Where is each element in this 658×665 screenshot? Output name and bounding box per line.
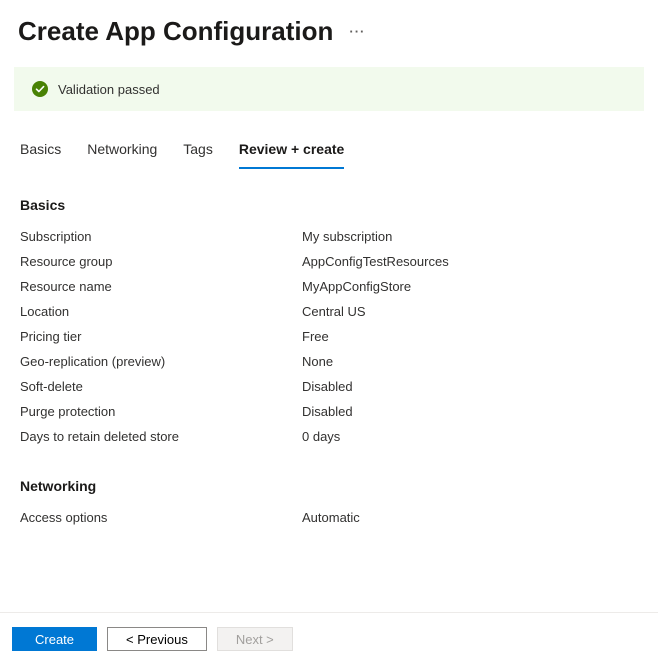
summary-row: Resource name MyAppConfigStore xyxy=(20,279,638,294)
summary-key: Subscription xyxy=(20,229,302,244)
page-title: Create App Configuration xyxy=(18,16,333,47)
summary-val: MyAppConfigStore xyxy=(302,279,411,294)
summary-key: Resource name xyxy=(20,279,302,294)
create-button[interactable]: Create xyxy=(12,627,97,651)
summary-key: Pricing tier xyxy=(20,329,302,344)
summary-row: Access options Automatic xyxy=(20,510,638,525)
summary-key: Purge protection xyxy=(20,404,302,419)
review-content: Basics Subscription My subscription Reso… xyxy=(0,169,658,545)
more-actions-icon[interactable]: ··· xyxy=(349,24,365,39)
previous-button[interactable]: < Previous xyxy=(107,627,207,651)
summary-row: Pricing tier Free xyxy=(20,329,638,344)
summary-val: None xyxy=(302,354,333,369)
summary-key: Location xyxy=(20,304,302,319)
summary-row: Days to retain deleted store 0 days xyxy=(20,429,638,444)
tab-networking[interactable]: Networking xyxy=(87,141,157,169)
summary-val: Automatic xyxy=(302,510,360,525)
tab-tags[interactable]: Tags xyxy=(183,141,213,169)
wizard-tabs: Basics Networking Tags Review + create xyxy=(0,111,658,169)
tab-review-create[interactable]: Review + create xyxy=(239,141,344,169)
summary-val: AppConfigTestResources xyxy=(302,254,449,269)
validation-message: Validation passed xyxy=(58,82,160,97)
summary-key: Days to retain deleted store xyxy=(20,429,302,444)
summary-key: Resource group xyxy=(20,254,302,269)
summary-key: Access options xyxy=(20,510,302,525)
summary-val: Free xyxy=(302,329,329,344)
page-header: Create App Configuration ··· xyxy=(0,0,658,67)
summary-row: Purge protection Disabled xyxy=(20,404,638,419)
tab-basics[interactable]: Basics xyxy=(20,141,61,169)
section-title-networking: Networking xyxy=(20,478,638,494)
summary-key: Soft-delete xyxy=(20,379,302,394)
summary-val: Disabled xyxy=(302,379,353,394)
summary-row: Resource group AppConfigTestResources xyxy=(20,254,638,269)
summary-val: My subscription xyxy=(302,229,392,244)
summary-row: Subscription My subscription xyxy=(20,229,638,244)
summary-row: Location Central US xyxy=(20,304,638,319)
summary-val: Disabled xyxy=(302,404,353,419)
summary-row: Geo-replication (preview) None xyxy=(20,354,638,369)
success-check-icon xyxy=(32,81,48,97)
summary-row: Soft-delete Disabled xyxy=(20,379,638,394)
wizard-footer: Create < Previous Next > xyxy=(0,612,658,665)
next-button: Next > xyxy=(217,627,293,651)
summary-key: Geo-replication (preview) xyxy=(20,354,302,369)
section-title-basics: Basics xyxy=(20,197,638,213)
summary-val: Central US xyxy=(302,304,366,319)
validation-banner: Validation passed xyxy=(14,67,644,111)
summary-val: 0 days xyxy=(302,429,340,444)
